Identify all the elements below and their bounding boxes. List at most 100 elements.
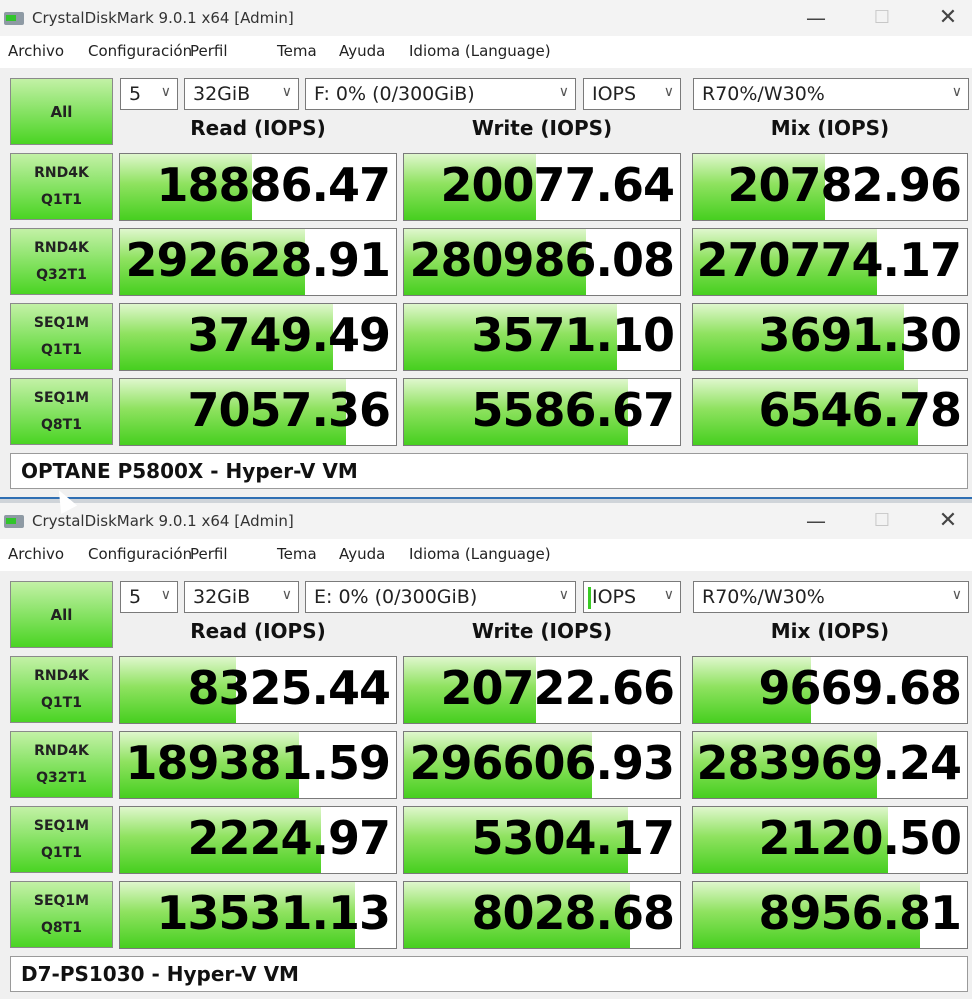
chevron-down-icon: ∨ [281,587,292,603]
maximize-button[interactable]: ☐ [862,508,902,534]
test-button[interactable]: RND4K Q32T1 [10,731,113,798]
menu-item[interactable]: Archivo [8,545,64,563]
menu-item[interactable]: Tema [277,42,317,60]
all-button[interactable]: All [10,78,113,145]
test-button[interactable]: SEQ1M Q1T1 [10,806,113,873]
read-result-value: 189381.59 [125,736,391,790]
test-queue: Q32T1 [36,267,87,283]
write-result-cell: 8028.68 [403,881,681,949]
test-button[interactable]: SEQ1M Q8T1 [10,881,113,948]
test-button[interactable]: RND4K Q1T1 [10,656,113,723]
menu-item[interactable]: Idioma (Language) [409,42,551,60]
mix-result-value: 9669.68 [758,661,962,715]
menu-bar: Archivo Configuración Perfil Tema Ayuda Idiom… [0,539,972,569]
test-name: SEQ1M [33,818,90,834]
write-result-value: 20077.64 [440,158,675,212]
window-title: CrystalDiskMark 9.0.1 x64 [Admin] [32,9,294,27]
comment-text: D7-PS1030 - Hyper-V VM [21,962,299,986]
drive-select[interactable]: E: 0% (0/300GiB) ∨ [305,581,576,613]
drive-select-value: E: 0% (0/300GiB) [314,586,478,608]
mix-result-cell: 6546.78 [692,378,968,446]
maximize-button[interactable]: ☐ [862,5,902,31]
test-button[interactable]: SEQ1M Q1T1 [10,303,113,370]
write-result-cell: 5586.67 [403,378,681,446]
crystaldiskmark-window: CrystalDiskMark 9.0.1 x64 [Admin] — ☐ ✕ Arch… [0,503,972,999]
mix-result-cell: 20782.96 [692,153,968,221]
test-size-select[interactable]: 32GiB ∨ [184,78,299,110]
disk-led [6,518,16,524]
write-result-cell: 3571.10 [403,303,681,371]
menu-item[interactable]: Perfil [190,545,228,563]
write-result-value: 20722.66 [440,661,675,715]
close-button[interactable]: ✕ [928,508,968,534]
test-count-select[interactable]: 5 ∨ [120,78,178,110]
test-queue: Q1T1 [41,845,82,861]
app-disk-icon [4,513,24,530]
all-button[interactable]: All [10,581,113,648]
window-separator [0,497,972,503]
test-count-select[interactable]: 5 ∨ [120,581,178,613]
test-size-select[interactable]: 32GiB ∨ [184,581,299,613]
test-button[interactable]: RND4K Q1T1 [10,153,113,220]
write-header: Write (IOPS) [471,619,613,643]
unit-select[interactable]: IOPS ∨ [583,581,681,613]
read-result-value: 7057.36 [187,383,391,437]
unit-select[interactable]: IOPS ∨ [583,78,681,110]
menu-item[interactable]: Configuración [88,42,192,60]
minimize-button[interactable]: — [796,508,836,534]
chevron-down-icon: ∨ [951,587,962,603]
test-name: RND4K [34,668,89,684]
close-button[interactable]: ✕ [928,5,968,31]
read-result-cell: 18886.47 [119,153,397,221]
write-result-value: 8028.68 [471,886,675,940]
test-queue: Q1T1 [41,695,82,711]
write-result-value: 280986.08 [409,233,675,287]
write-result-cell: 20077.64 [403,153,681,221]
test-name: SEQ1M [33,893,90,909]
mix-result-value: 8956.81 [758,886,962,940]
read-result-cell: 8325.44 [119,656,397,724]
menu-item[interactable]: Configuración [88,545,192,563]
write-result-cell: 20722.66 [403,656,681,724]
read-result-value: 2224.97 [187,811,391,865]
menu-item[interactable]: Idioma (Language) [409,545,551,563]
unit-select-value: IOPS [592,586,637,608]
menu-item[interactable]: Tema [277,545,317,563]
chevron-down-icon: ∨ [951,84,962,100]
test-name: RND4K [34,165,89,181]
minimize-button[interactable]: — [796,5,836,31]
mix-ratio-select[interactable]: R70%/W30% ∨ [693,581,969,613]
test-queue: Q1T1 [41,192,82,208]
mix-ratio-select[interactable]: R70%/W30% ∨ [693,78,969,110]
test-button[interactable]: SEQ1M Q8T1 [10,378,113,445]
drive-select-value: F: 0% (0/300GiB) [314,83,475,105]
window-title: CrystalDiskMark 9.0.1 x64 [Admin] [32,512,294,530]
chevron-down-icon: ∨ [663,84,674,100]
write-result-cell: 5304.17 [403,806,681,874]
read-result-value: 8325.44 [187,661,391,715]
mix-result-value: 20782.96 [727,158,962,212]
chevron-down-icon: ∨ [558,84,569,100]
comment-field[interactable]: OPTANE P5800X - Hyper-V VM [10,453,968,489]
test-count-select-value: 5 [129,83,142,105]
mix-ratio-select-value: R70%/W30% [702,83,825,105]
read-header: Read (IOPS) [190,619,326,643]
menu-item[interactable]: Perfil [190,42,228,60]
drive-select[interactable]: F: 0% (0/300GiB) ∨ [305,78,576,110]
menu-item[interactable]: Ayuda [339,545,385,563]
comment-field[interactable]: D7-PS1030 - Hyper-V VM [10,956,968,992]
menu-item[interactable]: Ayuda [339,42,385,60]
test-size-select-value: 32GiB [193,83,251,105]
test-count-select-value: 5 [129,586,142,608]
mix-result-value: 2120.50 [758,811,962,865]
title-bar: CrystalDiskMark 9.0.1 x64 [Admin] — ☐ ✕ [0,0,972,36]
write-result-value: 296606.93 [409,736,675,790]
test-name: SEQ1M [33,390,90,406]
test-queue: Q32T1 [36,770,87,786]
test-queue: Q8T1 [41,920,82,936]
title-bar: CrystalDiskMark 9.0.1 x64 [Admin] — ☐ ✕ [0,503,972,539]
chevron-down-icon: ∨ [663,587,674,603]
menu-item[interactable]: Archivo [8,42,64,60]
mix-result-value: 6546.78 [758,383,962,437]
test-button[interactable]: RND4K Q32T1 [10,228,113,295]
